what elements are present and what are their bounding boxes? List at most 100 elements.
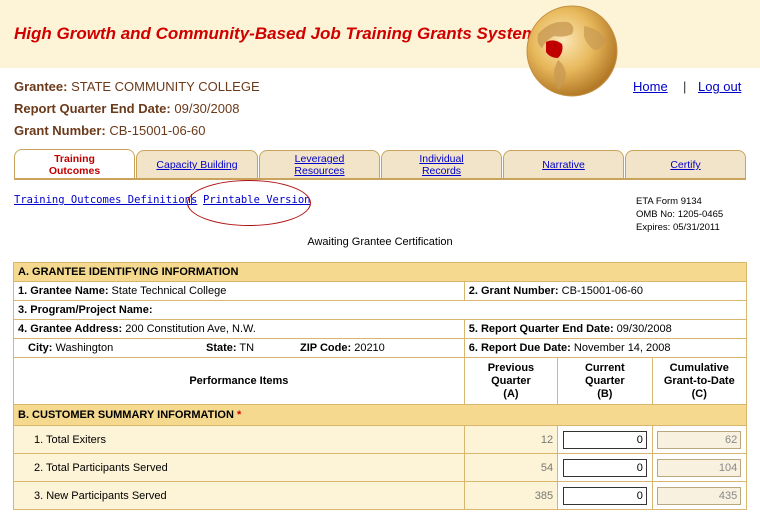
city: Washington (55, 342, 114, 354)
header-line: Previous (487, 361, 535, 374)
tab-bar: Training Outcomes Capacity Building Lever… (14, 149, 746, 180)
previous-value: 12 (463, 425, 559, 454)
current-cell (557, 425, 653, 454)
omb-number: OMB No: 1205-0465 (636, 209, 724, 220)
zip: 20210 (354, 342, 385, 354)
expiration: Expires: 05/31/2011 (636, 222, 720, 233)
grant-number: CB-15001-06-60 (561, 285, 644, 297)
grantee-address: 200 Constitution Ave, N.W. (125, 323, 256, 335)
report-table: A. GRANTEE IDENTIFYING INFORMATION 1. Gr… (13, 262, 748, 510)
city-label: City: (28, 342, 53, 354)
previous-value: 385 (463, 481, 559, 510)
table-row: 1. Grantee Name: State Technical College… (13, 281, 748, 301)
field-label: 5. Report Quarter End Date: (468, 323, 614, 335)
table-row: City: Washington State: TN ZIP Code: 202… (13, 338, 748, 358)
app-title: High Growth and Community-Based Job Trai… (14, 24, 537, 43)
grantee-name: State Technical College (111, 285, 227, 297)
header-separator: | (683, 79, 687, 94)
field-label: 3. Program/Project Name: (18, 304, 153, 316)
state-label: State: (206, 342, 237, 354)
header-line: Cumulative (669, 361, 729, 374)
header-line: Quarter (584, 374, 625, 387)
cumulative-cell (651, 453, 748, 482)
quarter-end-cell: 5. Report Quarter End Date: 09/30/2008 (463, 319, 748, 339)
due-date: November 14, 2008 (573, 342, 671, 354)
current-quarter-input[interactable] (562, 430, 647, 449)
header-line: (C) (691, 387, 707, 400)
column-header-row: Performance Items Previous Quarter (A) Cur… (13, 357, 748, 405)
table-row: 1. Total Exiters 12 (13, 425, 748, 454)
grantee-line: Grantee: STATE COMMUNITY COLLEGE (14, 79, 260, 94)
cumulative-field (657, 458, 742, 477)
section-b-header: B. CUSTOMER SUMMARY INFORMATION * (13, 404, 747, 426)
tab-narrative[interactable]: Narrative (503, 150, 624, 179)
header-line: Grant-to-Date (663, 374, 735, 387)
home-link[interactable]: Home (633, 79, 668, 94)
tab-label-line2: Records (421, 165, 462, 177)
city-state-zip-cell: City: Washington State: TN ZIP Code: 202… (13, 338, 465, 358)
address-cell: 4. Grantee Address: 200 Constitution Ave… (13, 319, 465, 339)
grant-line: Grant Number: CB-15001-06-60 (14, 123, 205, 138)
cumulative-field (657, 486, 742, 505)
grant-number-cell: 2. Grant Number: CB-15001-06-60 (463, 281, 748, 301)
row-label: 2. Total Participants Served (13, 453, 465, 482)
tab-capacity-building[interactable]: Capacity Building (136, 150, 258, 179)
tab-label-line2: Resources (294, 165, 345, 177)
table-row: 3. New Participants Served 385 (13, 481, 748, 510)
quarter-label: Report Quarter End Date: (14, 101, 171, 116)
tab-individual-records[interactable]: Individual Records (381, 150, 502, 179)
quarter-line: Report Quarter End Date: 09/30/2008 (14, 101, 239, 116)
eta-form: ETA Form 9134 (636, 196, 702, 207)
tab-divider (14, 178, 746, 180)
previous-value: 54 (463, 453, 559, 482)
current-quarter-header: Current Quarter (B) (557, 357, 653, 405)
tab-label-line1: Individual (419, 153, 464, 165)
current-quarter-input[interactable] (562, 458, 647, 477)
definitions-link[interactable]: Training Outcomes Definitions (14, 194, 197, 206)
field-label: 4. Grantee Address: (18, 323, 123, 335)
section-b-title: B. CUSTOMER SUMMARY INFORMATION (18, 409, 234, 421)
cumulative-header: Cumulative Grant-to-Date (C) (651, 357, 748, 405)
header-line: (A) (503, 387, 519, 400)
grantee-label: Grantee: (14, 79, 68, 94)
grant-label: Grant Number: (14, 123, 106, 138)
tab-label: Certify (670, 159, 701, 171)
certification-status: Awaiting Grantee Certification (307, 236, 453, 248)
header-banner: High Growth and Community-Based Job Trai… (0, 0, 760, 97)
program-cell: 3. Program/Project Name: (13, 300, 747, 320)
state: TN (239, 342, 255, 354)
current-cell (557, 453, 653, 482)
highlight-circle (187, 180, 311, 226)
table-row: 2. Total Participants Served 54 (13, 453, 748, 482)
previous-quarter-header: Previous Quarter (A) (463, 357, 559, 405)
grantee-value: STATE COMMUNITY COLLEGE (71, 79, 260, 94)
section-b-title-cell: B. CUSTOMER SUMMARY INFORMATION * (13, 404, 747, 426)
grantee-name-cell: 1. Grantee Name: State Technical College (13, 281, 465, 301)
eta-form-info: ETA Form 9134 OMB No: 1205-0465 Expires:… (636, 195, 723, 234)
tab-leveraged-resources[interactable]: Leveraged Resources (259, 150, 380, 179)
current-quarter-input[interactable] (562, 486, 647, 505)
section-a-header: A. GRANTEE IDENTIFYING INFORMATION (13, 262, 747, 282)
table-row: 4. Grantee Address: 200 Constitution Ave… (13, 319, 748, 339)
required-marker: * (237, 409, 242, 421)
tab-label-line1: Leveraged (294, 153, 345, 165)
tab-label-line2: Outcomes (48, 164, 101, 177)
globe-logo (526, 5, 618, 97)
due-date-cell: 6. Report Due Date: November 14, 2008 (463, 338, 748, 358)
header-line: (B) (597, 387, 613, 400)
tab-label-line1: Training (54, 152, 95, 165)
tab-label: Narrative (542, 159, 585, 171)
tab-certify[interactable]: Certify (625, 150, 746, 179)
tab-training-outcomes[interactable]: Training Outcomes (14, 149, 135, 179)
logout-link[interactable]: Log out (698, 79, 741, 94)
tab-label: Capacity Building (156, 159, 238, 171)
field-label: 1. Grantee Name: (18, 285, 109, 297)
current-cell (557, 481, 653, 510)
header-line: Current (584, 361, 625, 374)
cumulative-cell (651, 481, 748, 510)
section-a-title: A. GRANTEE IDENTIFYING INFORMATION (13, 262, 747, 282)
table-row: 3. Program/Project Name: (13, 300, 747, 320)
row-label: 1. Total Exiters (13, 425, 465, 454)
quarter-end-date: 09/30/2008 (616, 323, 672, 335)
cumulative-cell (651, 425, 748, 454)
